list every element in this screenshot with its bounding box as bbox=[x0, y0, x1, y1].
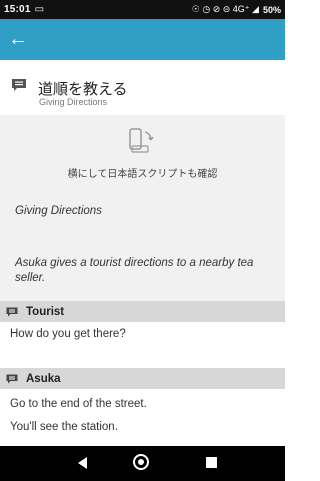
dialogue-line-text: You'll see the station. bbox=[10, 421, 118, 433]
status-icons: ☉ ◷ ⊘ ⊝ 4G⁺ ◢ 50% bbox=[192, 4, 281, 15]
lesson-header: 道順を教える Giving Directions bbox=[0, 60, 285, 115]
status-icons-glyphs: ☉ ◷ ⊘ ⊝ 4G⁺ ◢ bbox=[191, 4, 259, 14]
chat-bubble-icon bbox=[6, 374, 18, 383]
dialogue-line-text: Go to the end of the street. bbox=[10, 398, 147, 410]
lesson-subtitle: Giving Directions bbox=[39, 97, 108, 107]
intro-description: Asuka gives a tourist directions to a ne… bbox=[15, 257, 254, 284]
speaker-header: Tourist bbox=[0, 301, 285, 322]
speaker-name: Asuka bbox=[26, 372, 61, 385]
speaker-name: Tourist bbox=[26, 305, 65, 318]
nav-back-icon[interactable] bbox=[78, 457, 87, 469]
speaker-header: Asuka bbox=[0, 368, 285, 389]
lesson-intro: 横にして日本語スクリプトも確認 Giving Directions Asuka … bbox=[0, 115, 285, 301]
status-time: 15:01 bbox=[4, 4, 31, 15]
nav-recents-icon[interactable] bbox=[206, 457, 217, 468]
lesson-title: 道順を教える bbox=[38, 81, 128, 98]
rotate-phone-icon bbox=[129, 128, 154, 153]
system-nav-bar bbox=[0, 446, 285, 481]
dialogue-line[interactable]: You'll see the station. bbox=[0, 415, 285, 441]
back-arrow-icon[interactable]: ← bbox=[6, 27, 30, 51]
cast-icon: ▭ bbox=[34, 4, 45, 15]
chat-bubble-icon bbox=[12, 79, 26, 91]
intro-title: Giving Directions bbox=[15, 205, 102, 217]
rotate-hint: 横にして日本語スクリプトも確認 bbox=[67, 169, 218, 180]
dialogue-line[interactable]: How do you get there? bbox=[0, 322, 285, 348]
chat-bubble-icon bbox=[6, 307, 18, 316]
app-bar: ← bbox=[0, 19, 285, 60]
battery-level: 50% bbox=[262, 4, 281, 15]
nav-home-icon[interactable] bbox=[133, 454, 149, 470]
dialogue-line-text: How do you get there? bbox=[10, 328, 126, 340]
status-bar: 15:01 ▭ ☉ ◷ ⊘ ⊝ 4G⁺ ◢ 50% bbox=[0, 0, 285, 19]
